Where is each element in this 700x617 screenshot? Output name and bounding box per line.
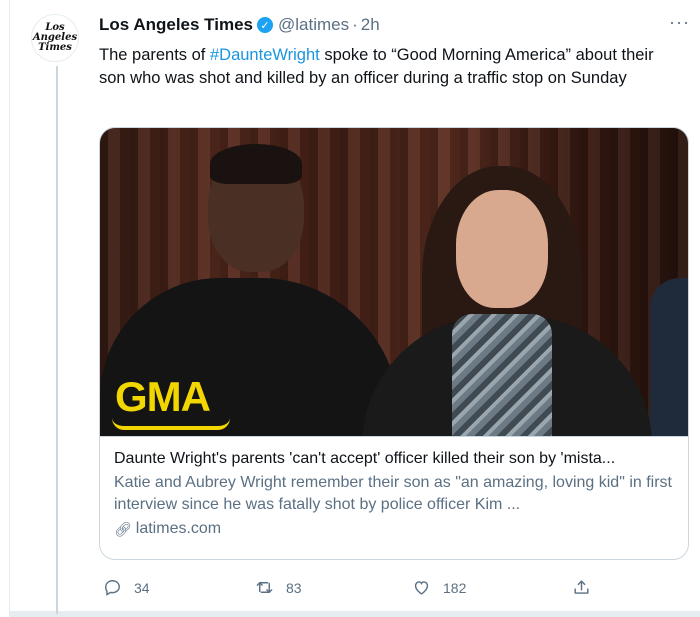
gma-logo-swoosh xyxy=(112,418,230,430)
tweet-text: The parents of #DaunteWright spoke to “G… xyxy=(99,44,674,90)
tweet-timestamp[interactable]: 2h xyxy=(361,15,380,35)
like-count: 182 xyxy=(443,579,467,596)
link-icon: 🔗︎ xyxy=(114,521,132,537)
avatar[interactable]: Los Angeles Times xyxy=(31,14,79,62)
gma-logo: GMA xyxy=(115,373,211,420)
card-body[interactable]: Daunte Wright's parents 'can't accept' o… xyxy=(114,448,674,540)
man-hair xyxy=(210,144,302,184)
like-button[interactable]: 182 xyxy=(412,578,466,597)
share-icon xyxy=(574,580,589,594)
card-domain[interactable]: 🔗︎ latimes.com xyxy=(114,518,674,540)
avatar-line: Times xyxy=(38,42,72,53)
timeline-bottom-border xyxy=(9,611,700,617)
card-description: Katie and Aubrey Wright remember their s… xyxy=(114,474,672,513)
separator-dot: · xyxy=(352,15,358,34)
scarf xyxy=(452,314,552,436)
author-handle[interactable]: @latimes xyxy=(278,15,349,35)
tweet-header: Los Angeles Times ✓ @latimes · 2h xyxy=(99,14,680,36)
more-options-icon[interactable]: ··· xyxy=(669,12,690,33)
retweet-icon xyxy=(256,582,273,593)
background-person xyxy=(650,278,688,436)
reply-button[interactable]: 34 xyxy=(103,578,150,597)
reply-icon xyxy=(105,580,120,596)
heart-icon xyxy=(414,581,429,595)
hashtag-link[interactable]: #DaunteWright xyxy=(210,46,320,64)
author-name[interactable]: Los Angeles Times xyxy=(99,15,253,35)
tweet-text-prefix: The parents of xyxy=(99,46,210,64)
verified-badge-icon: ✓ xyxy=(257,17,273,33)
retweet-count: 83 xyxy=(286,579,302,596)
card-divider xyxy=(100,436,688,437)
thread-line xyxy=(56,66,58,614)
card-title[interactable]: Daunte Wright's parents 'can't accept' o… xyxy=(114,448,674,470)
card-image[interactable]: GMA xyxy=(100,128,688,436)
woman-head xyxy=(456,190,548,308)
link-card[interactable]: GMA Daunte Wright's parents 'can't accep… xyxy=(99,127,689,560)
tweet-actions: 34 83 182 xyxy=(99,578,599,602)
retweet-button[interactable]: 83 xyxy=(255,578,302,597)
reply-count: 34 xyxy=(134,579,150,596)
timeline-left-border xyxy=(9,0,10,617)
share-button[interactable] xyxy=(572,578,603,597)
card-domain-text: latimes.com xyxy=(135,520,222,537)
